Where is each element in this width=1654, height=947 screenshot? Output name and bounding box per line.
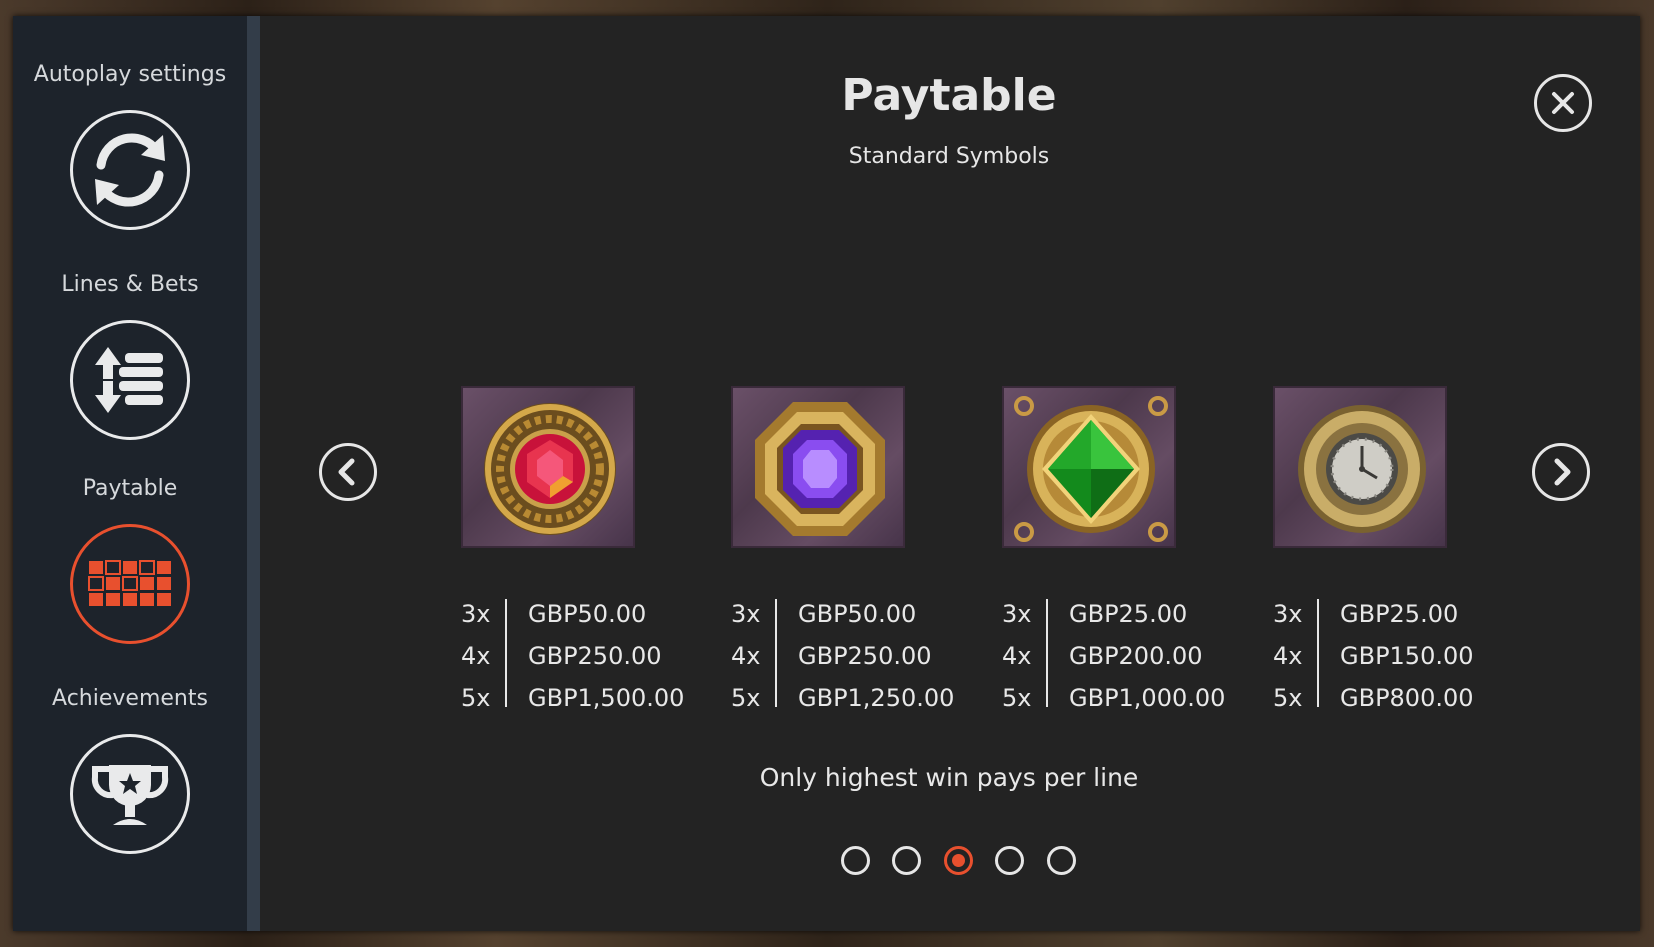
page-dot-5[interactable] (1047, 846, 1076, 875)
page-dot-3[interactable] (944, 846, 973, 875)
pay-multiplier: 3x (731, 600, 761, 628)
red-gem-icon (484, 403, 616, 535)
page-subtitle: Standard Symbols (848, 144, 1050, 169)
sidebar-item-paytable[interactable]: Paytable (13, 474, 247, 644)
pay-value: GBP150.00 (1340, 642, 1474, 670)
page-dot-2[interactable] (892, 846, 921, 875)
pay-multiplier: 4x (1273, 642, 1303, 670)
pay-multiplier: 5x (1273, 684, 1303, 712)
pay-multiplier: 4x (461, 642, 491, 670)
pay-row: 3x GBP25.00 (1002, 593, 1225, 635)
pay-value: GBP25.00 (1340, 600, 1459, 628)
pay-value: GBP200.00 (1069, 642, 1203, 670)
pay-row: 4x GBP250.00 (461, 635, 684, 677)
green-gem-symbol (1002, 386, 1176, 548)
symbol-card: 3x GBP25.00 4x GBP200.00 5x GBP1,000.00 (1002, 386, 1225, 712)
page-title: Paytable (841, 70, 1057, 121)
refresh-icon (95, 133, 165, 207)
page-dot-4[interactable] (995, 846, 1024, 875)
sidebar-item-lines-bets[interactable]: Lines & Bets (13, 270, 247, 440)
sidebar-item-autoplay[interactable]: Autoplay settings (13, 60, 247, 230)
paytable-window: Autoplay settings Lines & Bets Paytable … (13, 16, 1640, 931)
paytable-values: 3x GBP25.00 4x GBP150.00 5x GBP800.00 (1273, 593, 1474, 719)
pay-multiplier: 5x (731, 684, 761, 712)
symbol-card: 3x GBP50.00 4x GBP250.00 5x GBP1,250.00 (731, 386, 954, 712)
pay-row: 5x GBP1,500.00 (461, 677, 684, 719)
trophy-icon (91, 765, 169, 825)
pay-divider (1317, 599, 1319, 707)
achievements-button[interactable] (70, 734, 190, 854)
pay-multiplier: 3x (1273, 600, 1303, 628)
paytable-values: 3x GBP50.00 4x GBP250.00 5x GBP1,500.00 (461, 593, 684, 719)
pay-divider (775, 599, 777, 707)
pay-multiplier: 4x (1002, 642, 1032, 670)
pay-multiplier: 5x (1002, 684, 1032, 712)
pay-value: GBP1,000.00 (1069, 684, 1226, 712)
paytable-grid-icon (88, 560, 171, 606)
sidebar-item-label: Autoplay settings (33, 62, 227, 87)
symbol-card: 3x GBP50.00 4x GBP250.00 5x GBP1,500.00 (461, 386, 684, 712)
pay-multiplier: 3x (461, 600, 491, 628)
pay-divider (1046, 599, 1048, 707)
pay-value: GBP25.00 (1069, 600, 1188, 628)
pay-row: 3x GBP25.00 (1273, 593, 1474, 635)
purple-gem-symbol (731, 386, 905, 548)
chevron-right-icon (1554, 458, 1571, 486)
lines-bets-button[interactable] (70, 320, 190, 440)
pay-row: 4x GBP200.00 (1002, 635, 1225, 677)
clock-icon (1298, 405, 1426, 533)
sidebar-item-label: Lines & Bets (61, 272, 199, 297)
paytable-footnote: Only highest win pays per line (759, 763, 1139, 792)
pay-value: GBP250.00 (528, 642, 662, 670)
paytable-button[interactable] (70, 524, 190, 644)
pay-divider (505, 599, 507, 707)
page-dot-1[interactable] (841, 846, 870, 875)
chevron-left-icon (338, 458, 355, 486)
pay-value: GBP800.00 (1340, 684, 1474, 712)
autoplay-button[interactable] (70, 110, 190, 230)
pay-row: 5x GBP800.00 (1273, 677, 1474, 719)
paytable-values: 3x GBP25.00 4x GBP200.00 5x GBP1,000.00 (1002, 593, 1225, 719)
pay-multiplier: 3x (1002, 600, 1032, 628)
next-page-button[interactable] (1532, 443, 1590, 501)
pay-multiplier: 4x (731, 642, 761, 670)
pay-value: GBP1,500.00 (528, 684, 685, 712)
red-gem-symbol (461, 386, 635, 548)
pay-row: 4x GBP250.00 (731, 635, 954, 677)
pay-row: 5x GBP1,000.00 (1002, 677, 1225, 719)
pay-row: 4x GBP150.00 (1273, 635, 1474, 677)
symbol-card: 3x GBP25.00 4x GBP150.00 5x GBP800.00 (1273, 386, 1474, 712)
sidebar-item-achievements[interactable]: Achievements (13, 684, 247, 854)
pay-value: GBP1,250.00 (798, 684, 955, 712)
pay-multiplier: 5x (461, 684, 491, 712)
sidebar-item-label: Achievements (52, 686, 208, 711)
pay-row: 5x GBP1,250.00 (731, 677, 954, 719)
sidebar: Autoplay settings Lines & Bets Paytable … (13, 16, 258, 931)
pay-value: GBP50.00 (528, 600, 647, 628)
paytable-values: 3x GBP50.00 4x GBP250.00 5x GBP1,250.00 (731, 593, 954, 719)
close-button[interactable] (1534, 74, 1592, 132)
pay-value: GBP50.00 (798, 600, 917, 628)
green-gem-icon (1014, 396, 1168, 542)
sidebar-item-label: Paytable (82, 476, 178, 501)
pay-row: 3x GBP50.00 (461, 593, 684, 635)
pay-value: GBP250.00 (798, 642, 932, 670)
previous-page-button[interactable] (319, 443, 377, 501)
close-icon (1552, 92, 1574, 114)
lines-bets-icon (95, 347, 163, 413)
clock-symbol (1273, 386, 1447, 548)
pay-row: 3x GBP50.00 (731, 593, 954, 635)
purple-gem-icon (755, 402, 885, 536)
